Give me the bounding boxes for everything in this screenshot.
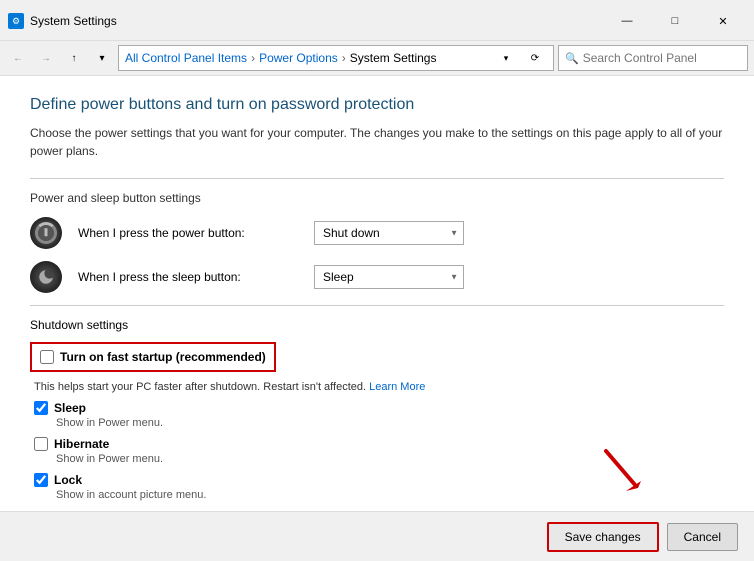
refresh-button[interactable]: ⟳ bbox=[523, 46, 547, 70]
shutdown-section-label: Shutdown settings bbox=[30, 318, 724, 332]
power-icon bbox=[30, 217, 62, 249]
window-controls: — □ ✕ bbox=[604, 6, 746, 36]
fast-startup-desc: This helps start your PC faster after sh… bbox=[34, 381, 366, 393]
search-box: 🔍 bbox=[558, 45, 748, 71]
sleep-button-dropdown-wrapper: Sleep Hibernate Shut down Turn off the d… bbox=[314, 265, 464, 289]
fast-startup-checkbox[interactable] bbox=[40, 350, 54, 364]
app-icon: ⚙ bbox=[8, 13, 24, 29]
cancel-button[interactable]: Cancel bbox=[667, 523, 738, 551]
sleep-checkbox[interactable] bbox=[34, 401, 48, 415]
fast-startup-container: Turn on fast startup (recommended) bbox=[30, 342, 276, 372]
forward-button[interactable]: → bbox=[34, 46, 58, 70]
page-title: Define power buttons and turn on passwor… bbox=[30, 96, 724, 114]
sleep-checkbox-desc: Show in Power menu. bbox=[34, 417, 724, 429]
minimize-button[interactable]: — bbox=[604, 6, 650, 36]
close-button[interactable]: ✕ bbox=[700, 6, 746, 36]
search-icon: 🔍 bbox=[565, 52, 579, 65]
sleep-button-setting: When I press the sleep button: Sleep Hib… bbox=[30, 261, 724, 293]
breadcrumb-item-0[interactable]: All Control Panel Items bbox=[125, 51, 247, 65]
back-button[interactable]: ← bbox=[6, 46, 30, 70]
lock-checkbox[interactable] bbox=[34, 473, 48, 487]
moon-icon bbox=[30, 261, 62, 293]
sleep-button-label: When I press the sleep button: bbox=[78, 270, 298, 284]
power-button-label: When I press the power button: bbox=[78, 226, 298, 240]
breadcrumb-dropdown-button[interactable]: ▾ bbox=[497, 49, 515, 67]
fast-startup-label[interactable]: Turn on fast startup (recommended) bbox=[60, 350, 266, 364]
power-button-dropdown[interactable]: Shut down Sleep Hibernate Turn off the d… bbox=[314, 221, 464, 245]
sleep-button-dropdown[interactable]: Sleep Hibernate Shut down Turn off the d… bbox=[314, 265, 464, 289]
breadcrumb-sep-0: › bbox=[251, 51, 255, 65]
lock-checkbox-label[interactable]: Lock bbox=[54, 473, 82, 487]
up-button[interactable]: ↑ bbox=[62, 46, 86, 70]
power-button-setting: When I press the power button: Shut down… bbox=[30, 217, 724, 249]
save-changes-button[interactable]: Save changes bbox=[547, 522, 659, 552]
breadcrumb-item-1[interactable]: Power Options bbox=[259, 51, 338, 65]
arrow-indicator bbox=[596, 446, 646, 503]
bottom-bar: Save changes Cancel bbox=[0, 511, 754, 561]
search-input[interactable] bbox=[583, 51, 741, 65]
hibernate-checkbox[interactable] bbox=[34, 437, 48, 451]
learn-more-link[interactable]: Learn More bbox=[369, 381, 425, 393]
breadcrumb-current: System Settings bbox=[350, 51, 437, 65]
window-title: System Settings bbox=[30, 14, 117, 28]
hibernate-checkbox-label[interactable]: Hibernate bbox=[54, 437, 109, 451]
navigation-bar: ← → ↑ ▾ All Control Panel Items › Power … bbox=[0, 41, 754, 76]
maximize-button[interactable]: □ bbox=[652, 6, 698, 36]
sleep-checkbox-label[interactable]: Sleep bbox=[54, 401, 86, 415]
power-sleep-section-label: Power and sleep button settings bbox=[30, 191, 724, 205]
recent-button[interactable]: ▾ bbox=[90, 46, 114, 70]
breadcrumb-bar: All Control Panel Items › Power Options … bbox=[118, 45, 554, 71]
power-button-dropdown-wrapper: Shut down Sleep Hibernate Turn off the d… bbox=[314, 221, 464, 245]
title-bar: ⚙ System Settings — □ ✕ bbox=[0, 0, 754, 41]
sleep-checkbox-item: Sleep Show in Power menu. bbox=[30, 401, 724, 429]
page-description: Choose the power settings that you want … bbox=[30, 124, 724, 160]
breadcrumb-sep-1: › bbox=[342, 51, 346, 65]
